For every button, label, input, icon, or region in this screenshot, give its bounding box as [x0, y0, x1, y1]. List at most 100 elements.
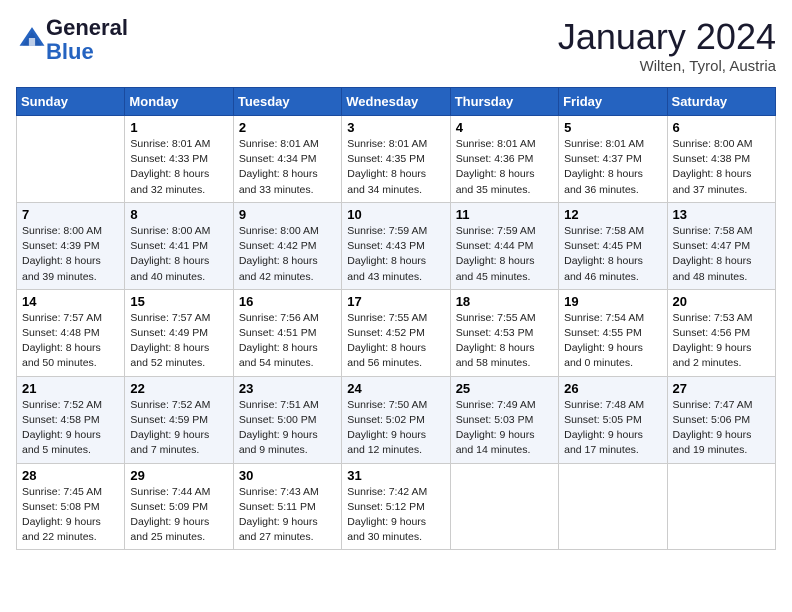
day-detail: Sunrise: 7:50 AMSunset: 5:02 PMDaylight:… — [347, 399, 427, 457]
day-detail: Sunrise: 8:00 AMSunset: 4:38 PMDaylight:… — [673, 138, 753, 196]
calendar-cell: 30 Sunrise: 7:43 AMSunset: 5:11 PMDaylig… — [233, 463, 341, 550]
day-detail: Sunrise: 8:00 AMSunset: 4:42 PMDaylight:… — [239, 225, 319, 283]
day-number: 17 — [347, 294, 444, 309]
calendar-week-row: 14 Sunrise: 7:57 AMSunset: 4:48 PMDaylig… — [17, 289, 776, 376]
calendar-cell: 17 Sunrise: 7:55 AMSunset: 4:52 PMDaylig… — [342, 289, 450, 376]
weekday-header-cell: Thursday — [450, 88, 558, 116]
calendar-cell — [450, 463, 558, 550]
calendar-cell: 6 Sunrise: 8:00 AMSunset: 4:38 PMDayligh… — [667, 116, 775, 203]
weekday-header-cell: Tuesday — [233, 88, 341, 116]
day-number: 24 — [347, 381, 444, 396]
day-number: 30 — [239, 468, 336, 483]
day-number: 2 — [239, 120, 336, 135]
calendar-cell: 10 Sunrise: 7:59 AMSunset: 4:43 PMDaylig… — [342, 202, 450, 289]
day-number: 22 — [130, 381, 227, 396]
calendar-cell: 7 Sunrise: 8:00 AMSunset: 4:39 PMDayligh… — [17, 202, 125, 289]
day-number: 6 — [673, 120, 770, 135]
day-detail: Sunrise: 8:01 AMSunset: 4:36 PMDaylight:… — [456, 138, 536, 196]
calendar-cell: 20 Sunrise: 7:53 AMSunset: 4:56 PMDaylig… — [667, 289, 775, 376]
day-detail: Sunrise: 7:47 AMSunset: 5:06 PMDaylight:… — [673, 399, 753, 457]
calendar-cell: 18 Sunrise: 7:55 AMSunset: 4:53 PMDaylig… — [450, 289, 558, 376]
day-number: 18 — [456, 294, 553, 309]
logo: General Blue — [16, 16, 128, 64]
calendar-cell: 9 Sunrise: 8:00 AMSunset: 4:42 PMDayligh… — [233, 202, 341, 289]
weekday-header-cell: Friday — [559, 88, 667, 116]
day-number: 19 — [564, 294, 661, 309]
day-number: 16 — [239, 294, 336, 309]
calendar-cell: 14 Sunrise: 7:57 AMSunset: 4:48 PMDaylig… — [17, 289, 125, 376]
day-detail: Sunrise: 8:00 AMSunset: 4:39 PMDaylight:… — [22, 225, 102, 283]
day-number: 28 — [22, 468, 119, 483]
day-detail: Sunrise: 8:01 AMSunset: 4:33 PMDaylight:… — [130, 138, 210, 196]
day-detail: Sunrise: 7:58 AMSunset: 4:45 PMDaylight:… — [564, 225, 644, 283]
calendar-cell: 2 Sunrise: 8:01 AMSunset: 4:34 PMDayligh… — [233, 116, 341, 203]
calendar-cell: 26 Sunrise: 7:48 AMSunset: 5:05 PMDaylig… — [559, 376, 667, 463]
calendar-cell: 27 Sunrise: 7:47 AMSunset: 5:06 PMDaylig… — [667, 376, 775, 463]
calendar-week-row: 7 Sunrise: 8:00 AMSunset: 4:39 PMDayligh… — [17, 202, 776, 289]
calendar-cell: 28 Sunrise: 7:45 AMSunset: 5:08 PMDaylig… — [17, 463, 125, 550]
calendar-cell: 13 Sunrise: 7:58 AMSunset: 4:47 PMDaylig… — [667, 202, 775, 289]
day-number: 12 — [564, 207, 661, 222]
day-number: 5 — [564, 120, 661, 135]
location: Wilten, Tyrol, Austria — [558, 58, 776, 75]
calendar-week-row: 28 Sunrise: 7:45 AMSunset: 5:08 PMDaylig… — [17, 463, 776, 550]
day-number: 9 — [239, 207, 336, 222]
calendar-cell: 24 Sunrise: 7:50 AMSunset: 5:02 PMDaylig… — [342, 376, 450, 463]
day-number: 31 — [347, 468, 444, 483]
logo-icon — [18, 24, 46, 52]
day-detail: Sunrise: 8:01 AMSunset: 4:34 PMDaylight:… — [239, 138, 319, 196]
day-detail: Sunrise: 7:54 AMSunset: 4:55 PMDaylight:… — [564, 312, 644, 370]
day-number: 15 — [130, 294, 227, 309]
calendar-cell: 21 Sunrise: 7:52 AMSunset: 4:58 PMDaylig… — [17, 376, 125, 463]
calendar-cell: 3 Sunrise: 8:01 AMSunset: 4:35 PMDayligh… — [342, 116, 450, 203]
day-detail: Sunrise: 7:44 AMSunset: 5:09 PMDaylight:… — [130, 486, 210, 544]
weekday-header-cell: Monday — [125, 88, 233, 116]
day-detail: Sunrise: 7:45 AMSunset: 5:08 PMDaylight:… — [22, 486, 102, 544]
calendar-cell: 31 Sunrise: 7:42 AMSunset: 5:12 PMDaylig… — [342, 463, 450, 550]
day-number: 20 — [673, 294, 770, 309]
calendar-week-row: 21 Sunrise: 7:52 AMSunset: 4:58 PMDaylig… — [17, 376, 776, 463]
calendar-cell — [667, 463, 775, 550]
day-number: 8 — [130, 207, 227, 222]
weekday-header-cell: Sunday — [17, 88, 125, 116]
calendar-cell: 25 Sunrise: 7:49 AMSunset: 5:03 PMDaylig… — [450, 376, 558, 463]
day-number: 21 — [22, 381, 119, 396]
day-number: 23 — [239, 381, 336, 396]
calendar-cell: 5 Sunrise: 8:01 AMSunset: 4:37 PMDayligh… — [559, 116, 667, 203]
day-detail: Sunrise: 7:56 AMSunset: 4:51 PMDaylight:… — [239, 312, 319, 370]
day-detail: Sunrise: 7:58 AMSunset: 4:47 PMDaylight:… — [673, 225, 753, 283]
logo-blue: Blue — [46, 40, 128, 64]
calendar-cell: 15 Sunrise: 7:57 AMSunset: 4:49 PMDaylig… — [125, 289, 233, 376]
calendar-week-row: 1 Sunrise: 8:01 AMSunset: 4:33 PMDayligh… — [17, 116, 776, 203]
weekday-header-cell: Wednesday — [342, 88, 450, 116]
day-number: 29 — [130, 468, 227, 483]
day-detail: Sunrise: 7:53 AMSunset: 4:56 PMDaylight:… — [673, 312, 753, 370]
day-detail: Sunrise: 7:43 AMSunset: 5:11 PMDaylight:… — [239, 486, 319, 544]
calendar-cell: 11 Sunrise: 7:59 AMSunset: 4:44 PMDaylig… — [450, 202, 558, 289]
day-detail: Sunrise: 8:01 AMSunset: 4:35 PMDaylight:… — [347, 138, 427, 196]
calendar-cell: 4 Sunrise: 8:01 AMSunset: 4:36 PMDayligh… — [450, 116, 558, 203]
day-detail: Sunrise: 7:55 AMSunset: 4:52 PMDaylight:… — [347, 312, 427, 370]
page-header: General Blue January 2024 Wilten, Tyrol,… — [16, 16, 776, 75]
calendar-cell: 22 Sunrise: 7:52 AMSunset: 4:59 PMDaylig… — [125, 376, 233, 463]
calendar-cell: 29 Sunrise: 7:44 AMSunset: 5:09 PMDaylig… — [125, 463, 233, 550]
day-detail: Sunrise: 8:00 AMSunset: 4:41 PMDaylight:… — [130, 225, 210, 283]
day-detail: Sunrise: 7:42 AMSunset: 5:12 PMDaylight:… — [347, 486, 427, 544]
day-detail: Sunrise: 7:52 AMSunset: 4:58 PMDaylight:… — [22, 399, 102, 457]
day-detail: Sunrise: 7:59 AMSunset: 4:44 PMDaylight:… — [456, 225, 536, 283]
calendar-cell — [17, 116, 125, 203]
day-detail: Sunrise: 7:57 AMSunset: 4:48 PMDaylight:… — [22, 312, 102, 370]
calendar-cell: 16 Sunrise: 7:56 AMSunset: 4:51 PMDaylig… — [233, 289, 341, 376]
calendar-cell — [559, 463, 667, 550]
day-number: 7 — [22, 207, 119, 222]
day-number: 13 — [673, 207, 770, 222]
calendar-table: SundayMondayTuesdayWednesdayThursdayFrid… — [16, 87, 776, 550]
day-number: 10 — [347, 207, 444, 222]
month-title: January 2024 — [558, 16, 776, 58]
day-detail: Sunrise: 7:59 AMSunset: 4:43 PMDaylight:… — [347, 225, 427, 283]
day-number: 1 — [130, 120, 227, 135]
day-number: 25 — [456, 381, 553, 396]
calendar-body: 1 Sunrise: 8:01 AMSunset: 4:33 PMDayligh… — [17, 116, 776, 550]
day-detail: Sunrise: 7:48 AMSunset: 5:05 PMDaylight:… — [564, 399, 644, 457]
day-detail: Sunrise: 7:57 AMSunset: 4:49 PMDaylight:… — [130, 312, 210, 370]
